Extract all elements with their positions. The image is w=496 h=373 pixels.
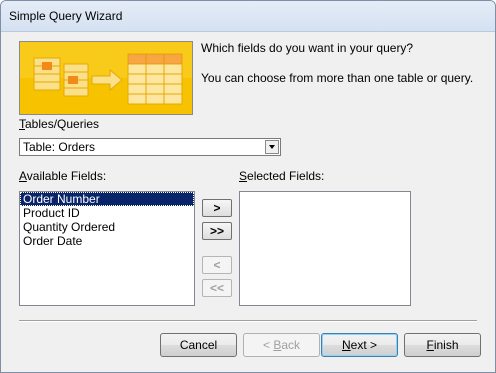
cancel-button[interactable]: Cancel [160,333,237,357]
footer-divider [19,320,477,322]
tables-queries-label: Tables/Queries [19,117,100,131]
window-title: Simple Query Wizard [9,9,123,23]
wizard-hint: You can choose from more than one table … [201,71,474,85]
selected-fields-list[interactable] [239,191,411,306]
simple-query-wizard-window: Simple Query Wizard Which fields do you … [0,0,496,373]
list-item[interactable]: Order Number [20,192,194,206]
list-item[interactable]: Order Date [20,234,194,248]
add-all-fields-button[interactable]: >> [202,222,232,240]
title-bar[interactable]: Simple Query Wizard [1,1,495,32]
next-button[interactable]: Next > [321,333,398,357]
back-button[interactable]: < Back [243,333,320,357]
list-item[interactable]: Product ID [20,206,194,220]
finish-button[interactable]: Finish [404,333,481,357]
remove-all-fields-button[interactable]: << [202,279,232,297]
dropdown-arrow-icon[interactable] [265,140,279,154]
selected-fields-label: Selected Fields: [239,169,325,183]
remove-field-button[interactable]: < [202,256,232,274]
available-fields-list[interactable]: Order Number Product ID Quantity Ordered… [19,191,195,306]
add-field-button[interactable]: > [202,199,232,217]
list-item[interactable]: Quantity Ordered [20,220,194,234]
wizard-question: Which fields do you want in your query? [201,41,414,55]
wizard-body: Which fields do you want in your query? … [1,32,495,372]
query-wizard-illustration [19,41,193,115]
available-fields-label: Available Fields: [19,169,107,183]
tables-queries-dropdown[interactable]: Table: Orders [19,138,281,156]
tables-queries-value: Table: Orders [23,140,96,154]
